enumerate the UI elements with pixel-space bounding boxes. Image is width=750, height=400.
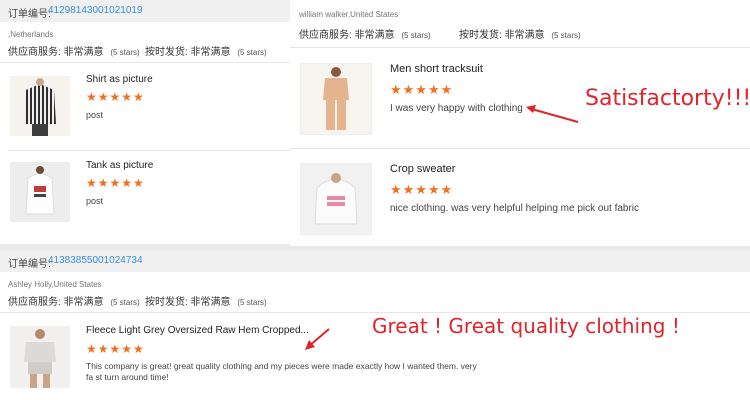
divider bbox=[0, 62, 290, 63]
order-number-link[interactable]: 41383855001024734 bbox=[48, 255, 143, 266]
arrow-icon bbox=[526, 105, 579, 123]
product-thumbnail[interactable] bbox=[300, 163, 372, 235]
review-comment: I was very happy with clothing bbox=[390, 103, 523, 114]
product-title[interactable]: Men short tracksuit bbox=[390, 63, 483, 75]
order-header-2: 订单编号: 41383855001024734 bbox=[0, 250, 750, 273]
hoodie-image bbox=[301, 164, 371, 234]
review-panel: william walker,United States 供应商服务: 非常满意… bbox=[290, 0, 750, 246]
review-comment: This company is great! great quality clo… bbox=[86, 361, 477, 382]
buyer-name: Ashley Holly,United States bbox=[8, 280, 102, 289]
buyer-name: william walker,United States bbox=[299, 10, 399, 19]
order-header-1: 订单编号: 41298143001021019 bbox=[0, 0, 290, 23]
order-number-link[interactable]: 41298143001021019 bbox=[48, 5, 143, 16]
product-title[interactable]: Tank as picture bbox=[86, 160, 153, 171]
product-thumbnail[interactable] bbox=[10, 326, 70, 388]
arrow-icon bbox=[305, 328, 330, 350]
order-number-label: 订单编号: bbox=[8, 259, 51, 270]
shipping-rating: 按时发货: 非常满意 (5 stars) bbox=[145, 47, 267, 58]
white-tank-image bbox=[10, 162, 70, 222]
star-rating: ★★★★★ bbox=[86, 90, 145, 104]
supplier-service-rating: 供应商服务: 非常满意 (5 stars) bbox=[8, 297, 140, 308]
divider bbox=[290, 47, 750, 48]
product-title[interactable]: Shirt as picture bbox=[86, 74, 153, 85]
order-panel-1: ,Netherlands 供应商服务: 非常满意 (5 stars) 按时发货:… bbox=[0, 22, 290, 244]
buyer-name: ,Netherlands bbox=[8, 30, 54, 39]
handwritten-annotation: Satisfactorty!!! bbox=[585, 86, 750, 111]
striped-shirt-image bbox=[10, 76, 70, 136]
star-rating: ★★★★★ bbox=[390, 182, 454, 197]
order-number-label: 订单编号: bbox=[8, 9, 51, 20]
star-rating: ★★★★★ bbox=[390, 82, 454, 97]
shipping-rating: 按时发货: 非常满意 (5 stars) bbox=[145, 297, 267, 308]
divider bbox=[0, 312, 750, 313]
product-thumbnail[interactable] bbox=[10, 76, 70, 136]
product-thumbnail[interactable] bbox=[10, 162, 70, 222]
supplier-service-rating: 供应商服务: 非常满意 (5 stars) bbox=[8, 47, 140, 58]
star-rating: ★★★★★ bbox=[86, 176, 145, 190]
shipping-rating: 按时发货: 非常满意 (5 stars) bbox=[459, 30, 581, 41]
tracksuit-image bbox=[301, 64, 371, 134]
divider bbox=[8, 150, 290, 151]
order-panel-2: Ashley Holly,United States 供应商服务: 非常满意 (… bbox=[0, 272, 750, 400]
review-comment: post bbox=[86, 110, 104, 120]
product-title[interactable]: Crop sweater bbox=[390, 163, 455, 175]
handwritten-annotation: Great ! Great quality clothing ! bbox=[372, 314, 680, 338]
fleece-set-image bbox=[10, 326, 70, 388]
supplier-service-rating: 供应商服务: 非常满意 (5 stars) bbox=[299, 30, 431, 41]
product-thumbnail[interactable] bbox=[300, 63, 372, 135]
divider bbox=[290, 148, 750, 149]
star-rating: ★★★★★ bbox=[86, 342, 145, 356]
review-comment: nice clothing. was very helpful helping … bbox=[390, 203, 640, 214]
review-comment: post bbox=[86, 196, 104, 206]
product-title[interactable]: Fleece Light Grey Oversized Raw Hem Crop… bbox=[86, 325, 309, 336]
